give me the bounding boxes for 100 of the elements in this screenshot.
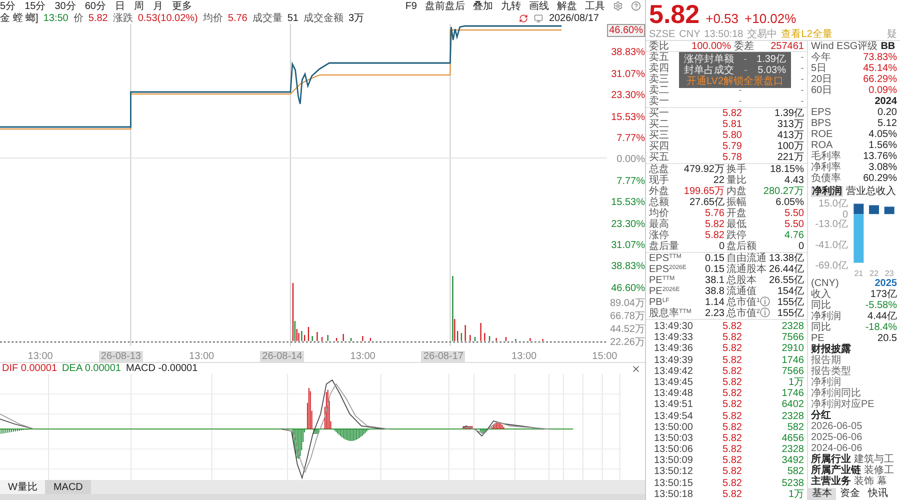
period-tab[interactable]: 15分: [24, 0, 46, 12]
forecast-label: 收入: [811, 288, 831, 300]
order-volume: 413万: [777, 130, 804, 141]
order-label: 委差: [734, 41, 754, 51]
forecast-value: 173亿: [870, 288, 897, 300]
stat-label: 换手: [726, 164, 746, 175]
indicator-value: DEA 0.00001: [62, 363, 121, 374]
toolbar-button[interactable]: 盘前盘后: [425, 0, 465, 12]
tick-volume: 1746: [782, 354, 804, 366]
report-item: 报告类型: [811, 366, 851, 376]
chart-tab[interactable]: 营业总收入: [845, 186, 897, 197]
metric-label: 毛利率: [811, 151, 841, 162]
stat-label: 总市值$^{1}$ⓘ: [726, 297, 770, 308]
indicator-tab[interactable]: W量比: [0, 480, 46, 494]
profile-label: 所属行业: [811, 454, 851, 464]
stat-label: 内盘: [726, 186, 746, 197]
quote-label: 价: [73, 12, 84, 24]
axis-label: 15.53%: [611, 197, 645, 208]
forecast-value: 20.5: [878, 332, 897, 344]
quote-value: 3万: [348, 12, 364, 24]
tick-time: 13:50:00: [654, 422, 694, 433]
stat-label: 最高: [649, 219, 669, 230]
profile-label: 所属产业链: [811, 464, 861, 476]
stat-label: 均价: [649, 208, 669, 219]
stat-label: 涨停: [649, 230, 669, 241]
axis-label: 13:00: [28, 350, 53, 362]
stat-value: 6.05%: [776, 197, 804, 208]
close-icon[interactable]: [631, 364, 641, 374]
period-tab[interactable]: 月: [152, 0, 163, 12]
panel-tab[interactable]: 资金: [836, 488, 864, 500]
help-icon[interactable]: [631, 1, 641, 11]
toolbar-button[interactable]: 叠加: [473, 0, 493, 12]
quote-time: 13:50: [43, 12, 68, 24]
quote-value: 5.82: [88, 12, 108, 24]
axis-label: 15.53%: [611, 112, 645, 123]
report-item: 报告期: [811, 354, 841, 366]
period-tab[interactable]: 60分: [84, 0, 106, 12]
tick-price: 5.82: [722, 376, 742, 388]
axis-label: 46.60%: [607, 24, 645, 37]
stat-value: 18.15%: [770, 164, 804, 175]
chart-tab[interactable]: 净利润: [811, 186, 843, 197]
metric-value: 1.56%: [868, 140, 897, 151]
stat-label: 盘后额: [726, 241, 756, 252]
tick-time: 13:49:30: [654, 321, 694, 332]
stat-value: 154亿: [777, 286, 804, 297]
tick-volume: 1746: [782, 388, 804, 400]
order-label: 买二: [649, 119, 670, 130]
esg-label: Wind ESG评级: [811, 41, 878, 52]
stat-label: 振幅: [726, 197, 746, 208]
order-volume: -: [800, 85, 804, 96]
refresh-icon[interactable]: [518, 14, 528, 22]
stat-value: 38.8: [705, 286, 724, 297]
popup-label: 涨停封单额: [684, 54, 734, 64]
stat-value: 199.65万: [684, 186, 724, 197]
axis-label: 31.07%: [611, 240, 645, 252]
tick-time: 13:49:45: [654, 376, 694, 388]
tick-price: 5.82: [722, 466, 742, 478]
order-volume: 1.39亿: [774, 108, 804, 119]
period-tab[interactable]: 周: [134, 0, 144, 12]
forecast-value: -5.58%: [865, 300, 897, 310]
toolbar-button[interactable]: 解盘: [557, 0, 577, 12]
axis-label: 66.78万: [610, 311, 645, 322]
panel-tab[interactable]: 基本: [808, 488, 836, 500]
order-price: -: [738, 96, 742, 107]
stat-value: 2.23: [705, 308, 724, 319]
period-tab[interactable]: 更多: [172, 0, 192, 12]
stat-label: PE$^{TTM}$: [649, 275, 675, 286]
tick-volume: 3492: [782, 455, 804, 466]
tick-price: 5.82: [722, 444, 742, 456]
period-tab[interactable]: 30分: [54, 0, 76, 12]
monitor-icon[interactable]: [534, 14, 543, 22]
market-info: SZSE: [649, 28, 676, 40]
panel-tab[interactable]: 快讯: [864, 488, 892, 500]
tick-price: 5.82: [722, 410, 742, 422]
order-label: 买四: [649, 141, 670, 152]
toolbar-button[interactable]: 工具: [585, 0, 605, 12]
dividend-date: 2025-06-06: [811, 432, 862, 442]
axis-label: 38.83%: [611, 261, 645, 272]
axis-date-label: 26-08-14: [260, 350, 304, 362]
price-change: +0.53: [706, 10, 739, 28]
axis-label: 46.60%: [611, 282, 645, 294]
stat-value: 4.76: [784, 230, 804, 241]
stat-label: PB$^{LF}$: [649, 297, 670, 308]
return-label: 60日: [811, 85, 832, 96]
axis-date-label: 26-08-17: [421, 350, 466, 362]
axis-label: 44.52万: [610, 324, 645, 335]
settings-icon[interactable]: [613, 1, 623, 11]
toolbar-button[interactable]: F9: [405, 0, 417, 12]
order-price: 5.78: [722, 152, 742, 163]
stat-value: 26.44亿: [768, 264, 804, 275]
quote-value: 51: [287, 12, 298, 24]
period-tab[interactable]: 日: [114, 0, 125, 12]
toolbar-button[interactable]: 画线: [529, 0, 549, 12]
indicator-tab[interactable]: MACD: [45, 480, 91, 494]
tick-time: 13:50:09: [654, 455, 694, 466]
edge-text: 疑: [887, 28, 897, 40]
period-tab[interactable]: 5分: [0, 0, 16, 12]
tick-time: 13:49:51: [654, 399, 694, 410]
report-item: 净利润: [811, 376, 841, 388]
toolbar-button[interactable]: 九转: [501, 0, 521, 12]
